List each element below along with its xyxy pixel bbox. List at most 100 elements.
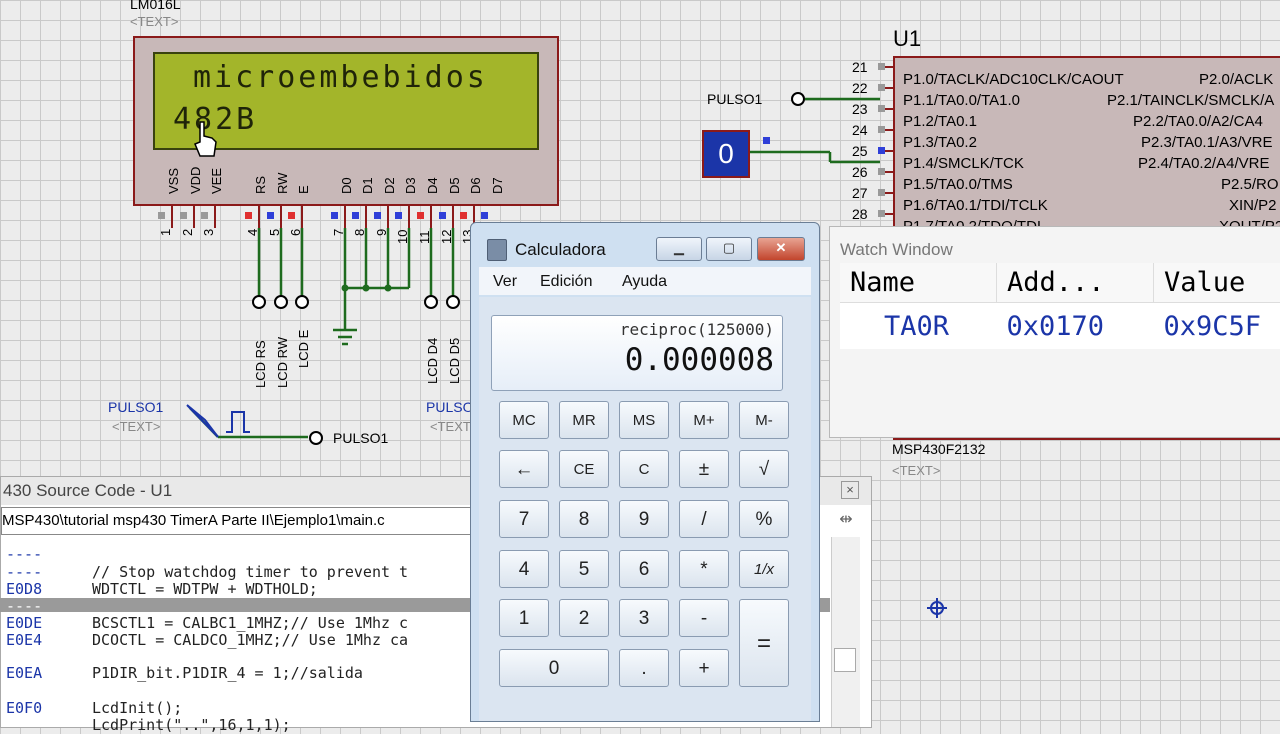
watch-window-title: Watch Window [840,240,953,260]
mcu-pin-state [878,63,885,70]
lcd-line-1: microembebidos [193,60,488,95]
calculator-title: Calculadora [515,240,606,260]
pin-state-2 [180,212,187,219]
watch-header-address[interactable]: Add... [997,263,1154,303]
watch-header-value[interactable]: Value [1154,263,1280,303]
digit-9-button[interactable]: 9 [619,500,669,538]
lcd-pin-number: 11 [417,231,432,245]
digit-7-button[interactable]: 7 [499,500,549,538]
mcu-pin-state [878,105,885,112]
lcd-pin-number: 2 [180,229,195,236]
scrollbar-thumb[interactable] [834,648,856,672]
decimal-button[interactable]: . [619,649,669,687]
reciprocal-button[interactable]: 1/x [739,550,789,588]
plus-minus-button[interactable]: ± [679,450,729,488]
lcd-pin-d6: D6 [468,177,483,194]
lcd-pin-d7: D7 [490,177,505,194]
pin-state-3 [201,212,208,219]
pin-state-7 [331,212,338,219]
mcu-pin-number: 23 [852,101,868,117]
pin-state-13 [460,212,467,219]
lcd-pin-d1: D1 [360,177,375,194]
mcu-pin-state [878,210,885,217]
table-row[interactable]: TA0R 0x0170 0x9C5F [840,303,1280,350]
mcu-pin-state [878,147,885,154]
digit-3-button[interactable]: 3 [619,599,669,637]
c-button[interactable]: C [619,450,669,488]
digit-5-button[interactable]: 5 [559,550,609,588]
calculator-window[interactable]: Calculadora ▁ ▢ ✕ Ver Edición Ayuda reci… [470,222,820,722]
subtract-button[interactable]: - [679,599,729,637]
menu-edicion[interactable]: Edición [540,273,592,291]
mcu-pin-p2-4: P2.4/TA0.2/A4/VRE [1138,155,1269,172]
multiply-button[interactable]: * [679,550,729,588]
menu-ver[interactable]: Ver [493,273,517,291]
watch-window[interactable]: Watch Window Name Add... Value TA0R 0x01… [829,226,1280,438]
mcu-pin-number: 24 [852,122,868,138]
lcd-pin-e: E [296,185,311,194]
lcd-pin-d4: D4 [425,177,440,194]
watch-cell-name: TA0R [840,303,997,350]
lcd-pin-vss: VSS [166,168,181,194]
logic-state-toggle[interactable]: 0 [702,130,750,178]
mcu-pin-number: 27 [852,185,868,201]
m-minus-button[interactable]: M- [739,401,789,439]
equals-button[interactable]: = [739,599,789,687]
add-button[interactable]: + [679,649,729,687]
maximize-button[interactable]: ▢ [706,237,752,261]
lcd-pin-rw: RW [275,173,290,194]
mcu-pin-number: 26 [852,164,868,180]
lcd-pin-d2: D2 [382,177,397,194]
menu-ayuda[interactable]: Ayuda [622,273,667,291]
watch-table: Name Add... Value TA0R 0x0170 0x9C5F [840,263,1280,349]
sqrt-button[interactable]: √ [739,450,789,488]
minimize-button[interactable]: ▁ [656,237,702,261]
backspace-button[interactable]: ← [499,450,549,488]
close-button[interactable]: ✕ [757,237,805,261]
pulse-label-right: PULSO [426,399,473,415]
arrows-icon[interactable]: ⇹ [831,509,861,533]
pulse-generator-label: PULSO1 [108,399,163,415]
divide-button[interactable]: / [679,500,729,538]
calculator-display: reciproc(125000) 0.000008 [491,315,783,391]
pin-state-10 [395,212,402,219]
digit-4-button[interactable]: 4 [499,550,549,588]
lcd-pin-vee: VEE [209,168,224,194]
ms-button[interactable]: MS [619,401,669,439]
calculator-menubar: Ver Edición Ayuda [479,267,811,295]
lcd-pin-number: 7 [331,229,346,236]
mcu-pin-number: 28 [852,206,868,222]
digit-6-button[interactable]: 6 [619,550,669,588]
digit-1-button[interactable]: 1 [499,599,549,637]
calculator-icon [487,239,507,261]
pin-state-14 [481,212,488,219]
mcu-pin-27: P1.6/TA0.1/TDI/TCLK [903,197,1048,214]
close-icon[interactable]: × [841,481,859,499]
pin-state-5 [267,212,274,219]
net-label-lcd-rw: LCD RW [275,337,290,388]
watch-header-name[interactable]: Name [840,263,997,303]
mcu-pin-22: P1.1/TA0.0/TA1.0 [903,92,1020,109]
mc-button[interactable]: MC [499,401,549,439]
mr-button[interactable]: MR [559,401,609,439]
digit-2-button[interactable]: 2 [559,599,609,637]
logic-state-indicator [763,137,770,144]
lcd-pin-rs: RS [253,176,268,194]
mcu-part-label: MSP430F2132 [892,441,985,457]
pin-state-4 [245,212,252,219]
pin-state-1 [158,212,165,219]
mcu-pin-21: P1.0/TACLK/ADC10CLK/CAOUT [903,71,1124,88]
pin-state-12 [439,212,446,219]
watch-cell-value: 0x9C5F [1154,303,1280,350]
net-label-lcd-e: LCD E [296,330,311,368]
source-scrollbar[interactable] [831,537,860,727]
source-file-path[interactable]: MSP430\tutorial msp430 TimerA Parte II\E… [1,507,471,535]
pin-state-9 [374,212,381,219]
mcu-pin-xin: XIN/P2 [1229,197,1277,214]
digit-8-button[interactable]: 8 [559,500,609,538]
digit-0-button[interactable]: 0 [499,649,609,687]
ce-button[interactable]: CE [559,450,609,488]
m-plus-button[interactable]: M+ [679,401,729,439]
percent-button[interactable]: % [739,500,789,538]
mcu-pin-state [878,168,885,175]
